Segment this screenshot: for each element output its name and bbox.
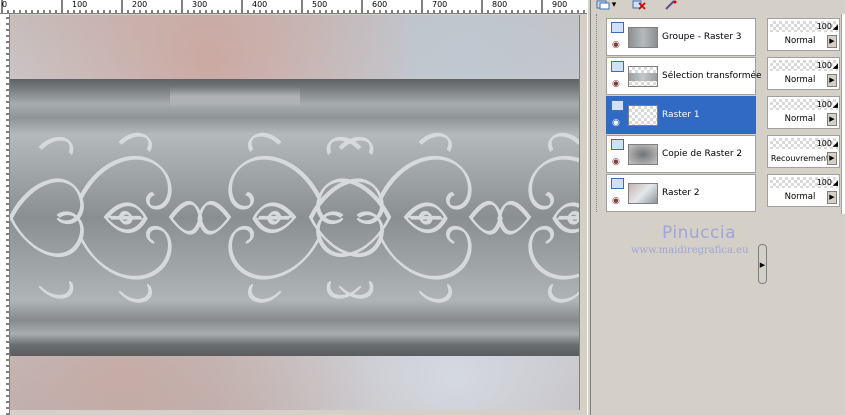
slider-arrow-icon: ◢ bbox=[832, 179, 838, 187]
blend-mode[interactable]: Normal bbox=[770, 191, 830, 204]
eye-icon[interactable]: ◉ bbox=[612, 119, 624, 128]
layers-toolbar: ▾ bbox=[592, 0, 762, 12]
slider-arrow-icon: ◢ bbox=[832, 23, 838, 31]
opacity-slider[interactable]: 100 ◢ bbox=[770, 60, 838, 71]
layer-row[interactable]: ◉ Groupe - Raster 3 bbox=[606, 18, 756, 56]
opacity-slider[interactable]: 100 ◢ bbox=[770, 99, 838, 110]
opacity-slider[interactable]: 100 ◢ bbox=[770, 177, 838, 188]
eye-icon[interactable]: ◉ bbox=[612, 80, 624, 89]
layers-palette-icon[interactable] bbox=[596, 0, 610, 10]
layer-icons: ◉ bbox=[610, 100, 626, 132]
band-highlight bbox=[170, 87, 300, 107]
layer-name: Copie de Raster 2 bbox=[662, 149, 743, 159]
watermark-title: Pinuccia bbox=[662, 223, 736, 243]
opacity-value: 100 bbox=[816, 100, 832, 109]
layer-icons: ◉ bbox=[610, 61, 626, 93]
ornament-pattern bbox=[10, 132, 579, 307]
layers-list: ◉ Groupe - Raster 3 ◉ Sélection transfor… bbox=[596, 14, 762, 212]
blend-mode[interactable]: Recouvrement bbox=[770, 152, 830, 165]
layer-thumbnail bbox=[628, 27, 658, 48]
blend-dropdown-button[interactable]: ▶ bbox=[827, 74, 837, 87]
horizontal-ruler: 0 100 200 300 400 500 600 700 800 900 bbox=[0, 0, 589, 14]
slider-arrow-icon: ◢ bbox=[832, 140, 838, 148]
blend-mode[interactable]: Normal bbox=[770, 113, 830, 126]
layer-thumbnail bbox=[628, 183, 658, 204]
blend-mode[interactable]: Normal bbox=[770, 35, 830, 48]
layer-thumbnail bbox=[628, 66, 658, 87]
layer-name: Raster 2 bbox=[662, 188, 700, 198]
raster-layer-icon bbox=[611, 178, 624, 189]
edit-icon[interactable] bbox=[664, 0, 678, 10]
layer-icons: ◉ bbox=[610, 178, 626, 210]
opacity-slider[interactable]: 100 ◢ bbox=[770, 21, 838, 32]
group-layer-icon bbox=[611, 22, 624, 33]
raster-layer-icon bbox=[611, 61, 624, 72]
ornament-left bbox=[10, 132, 202, 302]
blend-dropdown-button[interactable]: ▶ bbox=[827, 191, 837, 204]
vertical-ruler-ticks bbox=[6, 17, 9, 415]
layer-thumbnail bbox=[628, 144, 658, 165]
layer-name: Raster 1 bbox=[662, 110, 700, 120]
image-canvas[interactable] bbox=[10, 15, 580, 410]
layer-row-selected[interactable]: ◉ Raster 1 bbox=[606, 96, 756, 134]
layer-property-row: 100 ◢ Normal ▶ bbox=[767, 96, 840, 129]
layer-thumbnail bbox=[628, 105, 658, 126]
layer-icons: ◉ bbox=[610, 22, 626, 54]
opacity-slider[interactable]: 100 ◢ bbox=[770, 138, 838, 149]
layer-property-row: 100 ◢ Normal ▶ bbox=[767, 57, 840, 90]
opacity-value: 100 bbox=[816, 178, 832, 187]
opacity-value: 100 bbox=[816, 139, 832, 148]
ornament-mid-left bbox=[199, 132, 392, 302]
slider-arrow-icon: ◢ bbox=[832, 101, 838, 109]
expander-arrow-icon[interactable]: ▶ bbox=[758, 244, 767, 284]
layer-property-row: 100 ◢ Normal ▶ bbox=[767, 174, 840, 207]
raster-layer-icon bbox=[611, 139, 624, 150]
raster-layer-icon bbox=[611, 100, 624, 111]
vertical-ruler bbox=[0, 14, 10, 415]
eye-icon[interactable]: ◉ bbox=[612, 41, 624, 50]
layer-icons: ◉ bbox=[610, 139, 626, 171]
delete-layer-icon[interactable] bbox=[632, 0, 646, 10]
ornament-mid-right bbox=[308, 132, 502, 302]
ornament-right bbox=[499, 132, 579, 302]
layer-property-row: 100 ◢ Recouvrement ▶ bbox=[767, 135, 840, 168]
layer-name: Groupe - Raster 3 bbox=[662, 32, 742, 42]
ruler-ticks bbox=[1, 0, 585, 13]
opacity-value: 100 bbox=[816, 61, 832, 70]
blend-dropdown-button[interactable]: ▶ bbox=[827, 152, 837, 165]
blend-mode[interactable]: Normal bbox=[770, 74, 830, 87]
blend-dropdown-button[interactable]: ▶ bbox=[827, 113, 837, 126]
watermark-url: www.maidiregrafica.eu bbox=[631, 245, 749, 256]
chevron-down-icon[interactable]: ▾ bbox=[610, 0, 618, 10]
eye-icon[interactable]: ◉ bbox=[612, 197, 624, 206]
layer-row[interactable]: ◉ Raster 2 bbox=[606, 174, 756, 212]
properties-scroll-strip[interactable] bbox=[841, 14, 845, 214]
layer-row[interactable]: ◉ Sélection transformée bbox=[606, 57, 762, 95]
layer-property-row: 100 ◢ Normal ▶ bbox=[767, 18, 840, 51]
layer-properties: 100 ◢ Normal ▶ 100 ◢ Normal ▶ 100 ◢ Norm… bbox=[766, 14, 845, 214]
blend-dropdown-button[interactable]: ▶ bbox=[827, 35, 837, 48]
layer-name: Sélection transformée bbox=[662, 71, 762, 81]
opacity-value: 100 bbox=[816, 22, 832, 31]
eye-icon[interactable]: ◉ bbox=[612, 158, 624, 167]
layer-row[interactable]: ◉ Copie de Raster 2 bbox=[606, 135, 756, 173]
panel-splitter[interactable] bbox=[587, 0, 591, 415]
slider-arrow-icon: ◢ bbox=[832, 62, 838, 70]
